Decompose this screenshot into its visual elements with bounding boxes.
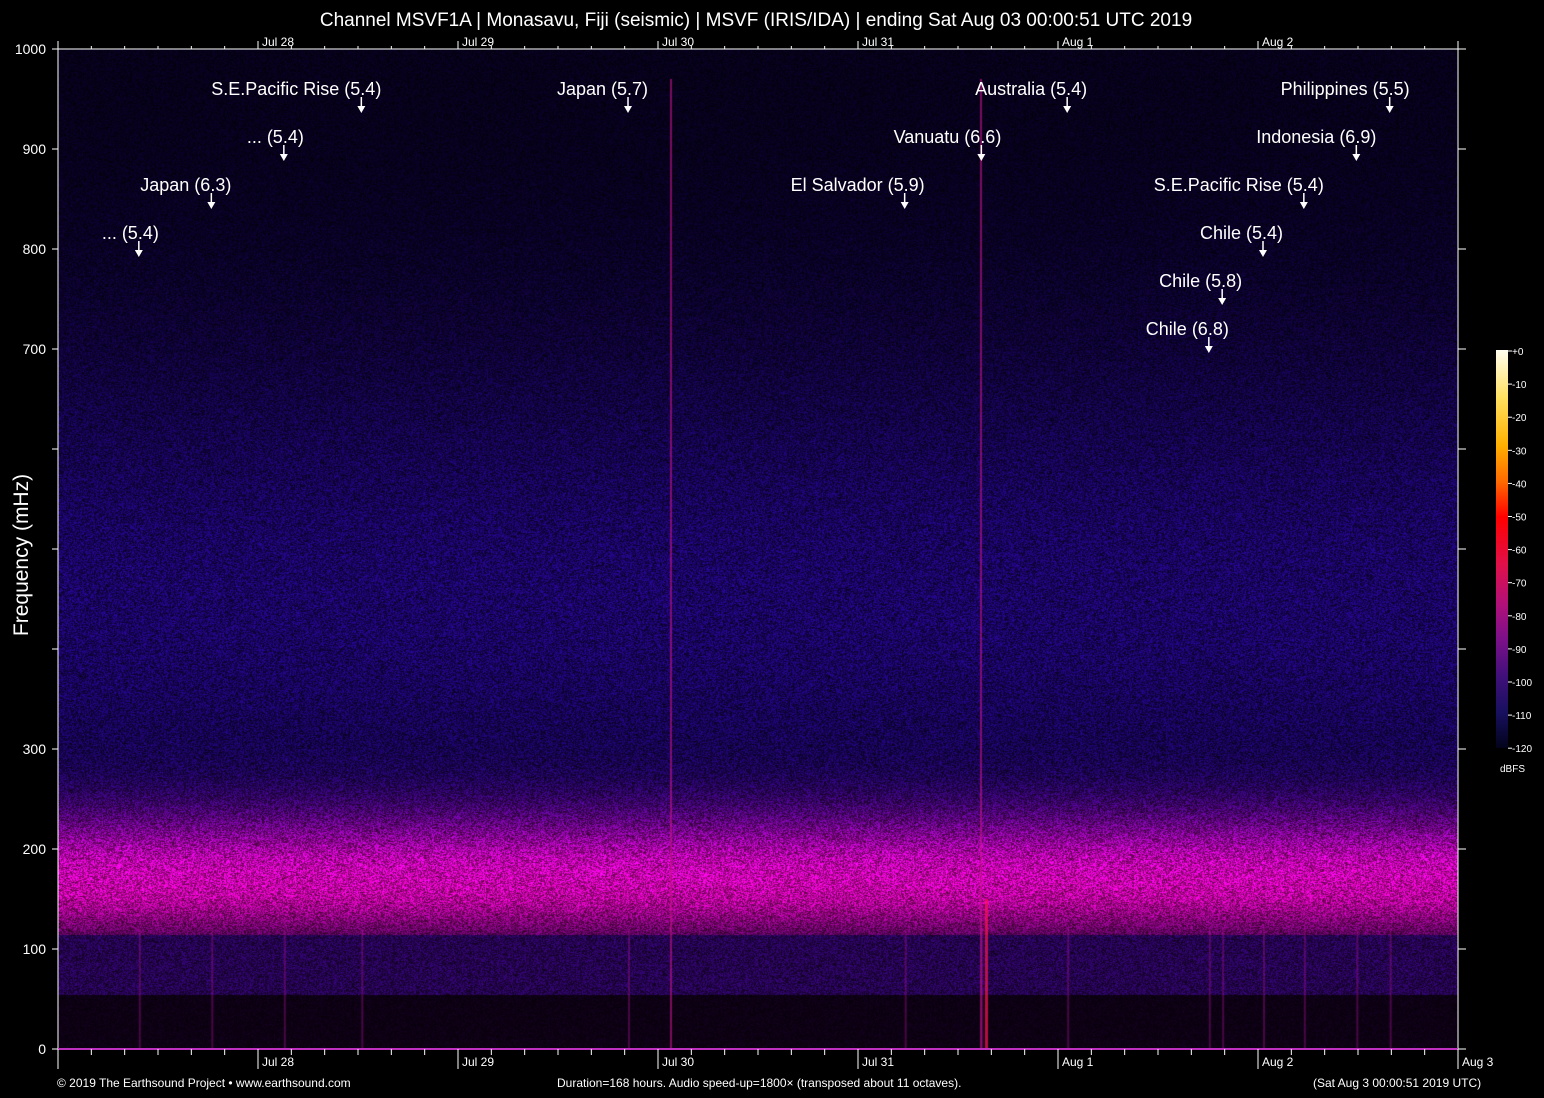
y-tick-label: 900 <box>23 141 47 157</box>
event-label: ... (5.4) <box>102 223 159 243</box>
y-tick-label: 100 <box>23 941 47 957</box>
plot-frame <box>58 49 1458 1049</box>
colorbar-tick-label: -120 <box>1512 744 1532 755</box>
event-label: Chile (5.4) <box>1200 223 1283 243</box>
copyright: © 2019 The Earthsound Project • www.eart… <box>57 1076 351 1090</box>
colorbar-tick-label: -50 <box>1512 513 1527 524</box>
x-tick-label: Jul 29 <box>462 1055 494 1069</box>
x-tick-label: Jul 31 <box>862 1055 894 1069</box>
event-arrow-icon <box>207 202 215 209</box>
x-tick-label: Aug 1 <box>1062 1055 1094 1069</box>
event-arrow-icon <box>1259 250 1267 257</box>
x-tick-label: Aug 3 <box>1462 1055 1494 1069</box>
y-tick-label: 700 <box>23 341 47 357</box>
colorbar-tick-label: -60 <box>1512 546 1527 557</box>
x-tick-label-top: Jul 29 <box>462 35 494 49</box>
event-arrow-icon <box>901 202 909 209</box>
colorbar-tick-label: -90 <box>1512 645 1527 656</box>
event-arrow-icon <box>977 154 985 161</box>
event-arrow-icon <box>624 106 632 113</box>
chart-overlay: 0 100 200 300 700 800 900 1000 Jul 28 Jul 28 Jul 2… <box>0 0 1544 1098</box>
y-tick-label: 200 <box>23 841 47 857</box>
end-time: (Sat Aug 3 00:00:51 2019 UTC) <box>1313 1076 1481 1090</box>
y-tick-label: 1000 <box>15 41 46 57</box>
x-tick-label-top: Jul 28 <box>262 35 294 49</box>
colorbar-tick-label: -10 <box>1512 380 1527 391</box>
colorbar-tick-label: -30 <box>1512 446 1527 457</box>
event-arrow-icon <box>1218 298 1226 305</box>
colorbar-unit: dBFS <box>1500 764 1525 775</box>
event-arrow-icon <box>1386 106 1394 113</box>
x-tick-label: Jul 30 <box>662 1055 694 1069</box>
colorbar-tick-label: +0 <box>1512 347 1524 358</box>
event-label: Japan (6.3) <box>140 175 231 195</box>
colorbar-tick-label: -40 <box>1512 479 1527 490</box>
event-arrow-icon <box>1205 346 1213 353</box>
x-tick-label-top: Aug 1 <box>1062 35 1094 49</box>
event-arrow-icon <box>357 106 365 113</box>
x-tick-label: Jul 28 <box>262 1055 294 1069</box>
event-label: Chile (5.8) <box>1159 271 1242 291</box>
event-label: S.E.Pacific Rise (5.4) <box>211 79 381 99</box>
event-label: ... (5.4) <box>247 127 304 147</box>
y-tick-label: 300 <box>23 741 47 757</box>
event-arrow-icon <box>1300 202 1308 209</box>
event-label: Philippines (5.5) <box>1281 79 1410 99</box>
colorbar-tick-label: -20 <box>1512 413 1527 424</box>
x-tick-label: Aug 2 <box>1262 1055 1294 1069</box>
colorbar-tick-label: -110 <box>1512 711 1532 722</box>
event-label: Chile (6.8) <box>1146 319 1229 339</box>
y-axis-label: Frequency (mHz) <box>10 474 34 636</box>
colorbar-tick-label: -70 <box>1512 579 1527 590</box>
event-arrow-icon <box>1352 154 1360 161</box>
duration-info: Duration=168 hours. Audio speed-up=1800×… <box>557 1076 961 1090</box>
event-label: Japan (5.7) <box>557 79 648 99</box>
colorbar <box>1496 350 1508 748</box>
event-arrow-icon <box>280 154 288 161</box>
event-arrow-icon <box>135 250 143 257</box>
event-label: El Salvador (5.9) <box>791 175 925 195</box>
x-tick-label-top: Jul 31 <box>862 35 894 49</box>
event-label: S.E.Pacific Rise (5.4) <box>1154 175 1324 195</box>
event-arrow-icon <box>1063 106 1071 113</box>
y-tick-label: 800 <box>23 241 47 257</box>
event-label: Australia (5.4) <box>975 79 1087 99</box>
x-tick-label-top: Aug 2 <box>1262 35 1294 49</box>
colorbar-tick-label: -80 <box>1512 612 1527 623</box>
event-label: Vanuatu (6.6) <box>894 127 1002 147</box>
colorbar-tick-label: -100 <box>1512 678 1532 689</box>
y-tick-label: 0 <box>38 1041 46 1057</box>
x-tick-label-top: Jul 30 <box>662 35 694 49</box>
event-label: Indonesia (6.9) <box>1256 127 1376 147</box>
